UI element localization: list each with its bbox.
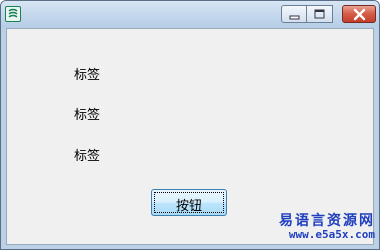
minimize-icon — [289, 15, 300, 20]
minimize-button[interactable] — [281, 5, 307, 23]
close-icon — [353, 8, 366, 21]
label-2: 标签 — [74, 108, 101, 123]
app-icon[interactable] — [5, 6, 21, 22]
title-bar[interactable] — [1, 1, 379, 28]
action-button-label: 按钮 — [175, 199, 202, 214]
maximize-button[interactable] — [307, 5, 333, 23]
maximize-icon — [314, 9, 325, 19]
watermark: 易语言资源网 www.e5a5x.com — [265, 213, 375, 242]
app-window: 标签 标签 标签 按钮 易语言资源网 www.e5a5x.com — [0, 0, 380, 250]
label-3: 标签 — [74, 149, 101, 164]
label-1: 标签 — [74, 68, 101, 83]
close-button[interactable] — [342, 5, 376, 23]
watermark-title: 易语言资源网 — [279, 213, 375, 229]
action-button[interactable]: 按钮 — [151, 189, 227, 216]
watermark-url: www.e5a5x.com — [288, 228, 375, 242]
